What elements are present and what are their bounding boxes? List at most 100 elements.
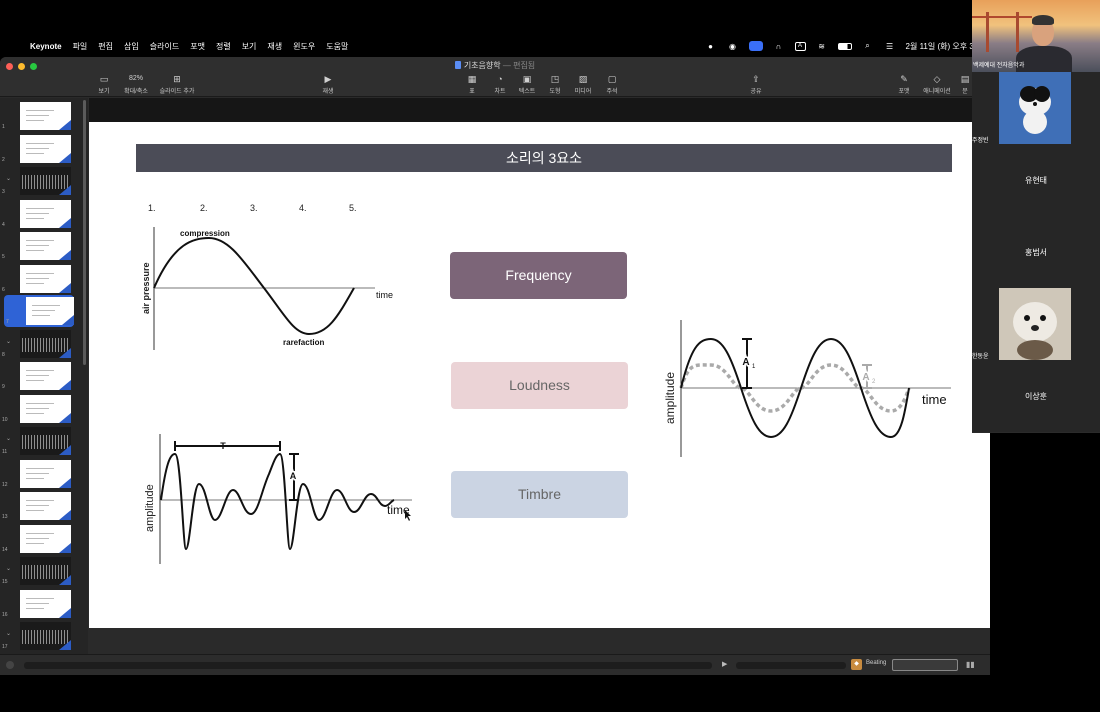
a1-subscript: 1 xyxy=(752,364,756,370)
participant-tile-5[interactable]: 이상훈 xyxy=(972,360,1100,432)
host-video-tile[interactable]: 백제예대 전자음악과 xyxy=(972,0,1100,72)
participant-tile-3[interactable]: 홍범서 xyxy=(972,216,1100,288)
add-slide-button[interactable]: ⊞ 슬라이드 추가 xyxy=(157,73,197,95)
thumb-corner-accent xyxy=(59,542,71,553)
slide-thumbnail[interactable]: 4 xyxy=(0,198,80,230)
frequency-box[interactable]: Frequency xyxy=(450,252,627,299)
collapse-chevron-icon[interactable]: ⌄ xyxy=(6,435,11,442)
battery-icon[interactable] xyxy=(837,42,852,50)
slide-thumbnail-image xyxy=(20,524,71,553)
slide-title[interactable]: 소리의 3요소 xyxy=(136,144,952,172)
headphones-icon[interactable]: ∩ xyxy=(773,42,785,51)
participant-tile-1[interactable]: 주정빈 xyxy=(972,72,1100,144)
slide-thumbnail[interactable]: 1 xyxy=(0,100,80,132)
control-center-icon[interactable]: ☰ xyxy=(884,42,896,51)
timeline-play-icon[interactable]: ▶ xyxy=(722,660,727,668)
slide-number: 7 xyxy=(6,319,9,325)
slide-thumbnail[interactable]: 5 xyxy=(0,230,80,262)
record-icon[interactable]: ◉ xyxy=(727,42,739,51)
slide-thumbnail[interactable]: ⌄ 11 xyxy=(0,425,80,457)
participant-name-1: 주정빈 xyxy=(972,138,989,144)
menu-file[interactable]: 파일 xyxy=(73,41,88,52)
thumb-corner-accent xyxy=(59,347,71,358)
compression-label: compression xyxy=(180,229,230,238)
slide-thumbnail[interactable]: 7 xyxy=(4,295,74,327)
thumb-corner-accent xyxy=(59,445,71,455)
thumb-text-line xyxy=(26,467,54,469)
slide-number: 17 xyxy=(2,644,8,650)
wifi-icon[interactable]: ≋ xyxy=(816,42,828,51)
slide-thumbnail[interactable]: 10 xyxy=(0,393,80,425)
status-icons: ● ◉ ∩ A ≋ ⌕ ☰ 2월 11일 (화) 오후 3: xyxy=(705,36,976,56)
thumb-text-line xyxy=(26,477,44,479)
input-source-icon[interactable]: A xyxy=(794,41,806,51)
slide-thumbnail-image xyxy=(20,329,71,358)
menu-clock[interactable]: 2월 11일 (화) 오후 3: xyxy=(906,41,976,52)
menu-slide[interactable]: 슬라이드 xyxy=(150,41,179,52)
slide-canvas[interactable]: 소리의 3요소 1. 2. 3. 4. 5. compression raref… xyxy=(89,122,990,628)
period-amplitude-diagram[interactable]: T A time amplitude xyxy=(139,434,419,569)
collapse-chevron-icon[interactable]: ⌄ xyxy=(6,175,11,182)
slide-thumbnail[interactable]: ⌄ 8 xyxy=(0,328,80,360)
slide-thumbnail[interactable]: ⌄ 3 xyxy=(0,165,80,197)
menu-insert[interactable]: 삽입 xyxy=(124,41,139,52)
air-pressure-wave-diagram[interactable]: compression rarefaction time air pressur… xyxy=(139,222,409,357)
menu-arrange[interactable]: 정렬 xyxy=(216,41,231,52)
screen: Keynote 파일 편집 삽입 슬라이드 포맷 정렬 보기 재생 윈도우 도움… xyxy=(0,0,1100,712)
slide-thumbnail[interactable]: 14 xyxy=(0,523,80,555)
navigator-scrollbar[interactable] xyxy=(83,100,86,365)
slide-thumbnail[interactable]: ⌄ 17 xyxy=(0,620,80,652)
thumb-text-line xyxy=(26,607,44,609)
menu-play[interactable]: 재생 xyxy=(267,41,282,52)
beating-app-icon[interactable]: ◆ xyxy=(851,659,862,670)
thumb-text-line xyxy=(26,510,44,511)
thumb-text-line xyxy=(26,597,54,599)
thumb-text-line xyxy=(26,152,44,154)
play-button[interactable]: ▶ 재생 xyxy=(308,73,348,95)
wave3-time-label: time xyxy=(922,392,947,407)
share-label: 공유 xyxy=(750,89,762,95)
slide-thumbnail[interactable]: 12 xyxy=(0,458,80,490)
thumb-text-line xyxy=(26,537,49,539)
thumb-corner-accent xyxy=(59,477,71,488)
thumb-text-line xyxy=(26,250,44,251)
zoom-label: 확대/축소 xyxy=(124,89,148,95)
message-icon[interactable]: ● xyxy=(705,42,717,51)
timbre-box[interactable]: Timbre xyxy=(451,471,628,518)
slide-thumbnail[interactable]: 16 xyxy=(0,588,80,620)
slide-thumbnail[interactable]: 13 xyxy=(0,490,80,522)
screen-share-icon[interactable] xyxy=(748,41,763,51)
search-icon[interactable]: ⌕ xyxy=(862,41,874,50)
menu-edit[interactable]: 편집 xyxy=(98,41,113,52)
slide-number: 9 xyxy=(2,384,5,390)
collapse-chevron-icon[interactable]: ⌄ xyxy=(6,338,11,345)
slide-thumbnail[interactable]: 9 xyxy=(0,360,80,392)
bridge-tower-right xyxy=(1016,12,1019,52)
participant-tile-2[interactable]: 유현태 xyxy=(972,144,1100,216)
secondary-track[interactable] xyxy=(736,662,846,669)
otter-illustration xyxy=(999,288,1071,360)
collapse-chevron-icon[interactable]: ⌄ xyxy=(6,565,11,572)
timeline-track[interactable] xyxy=(24,662,712,669)
thumb-corner-accent xyxy=(59,412,71,423)
thumb-text-line xyxy=(26,402,54,404)
amplitude-comparison-diagram[interactable]: A 1 A 2 time amplitude xyxy=(661,317,956,462)
menu-view[interactable]: 보기 xyxy=(242,41,257,52)
slide-thumbnail[interactable]: 6 xyxy=(0,263,80,295)
menu-app-name[interactable]: Keynote xyxy=(30,42,62,51)
comment-button[interactable]: ▢ 주석 xyxy=(592,73,632,95)
slide-navigator[interactable]: 1 2 ⌄ 3 4 5 6 7 ⌄ 8 9 10 ⌄ 11 12 13 14 ⌄ 15 16 ⌄ 17 xyxy=(0,98,88,658)
slide-thumbnail[interactable]: 2 xyxy=(0,133,80,165)
menu-format[interactable]: 포맷 xyxy=(190,41,205,52)
thumb-text-line xyxy=(26,120,44,121)
menu-window[interactable]: 윈도우 xyxy=(293,41,315,52)
loudness-box[interactable]: Loudness xyxy=(451,362,628,409)
slide-thumbnail[interactable]: ⌄ 15 xyxy=(0,555,80,587)
collapse-chevron-icon[interactable]: ⌄ xyxy=(6,630,11,637)
share-button[interactable]: ⇪ 공유 xyxy=(736,73,776,95)
menu-help[interactable]: 도움말 xyxy=(326,41,348,52)
level-meter[interactable] xyxy=(892,659,958,671)
zoom-popup[interactable]: 82% 확대/축소 xyxy=(116,73,156,95)
audio-bars-icon[interactable]: ▮▮ xyxy=(966,660,975,669)
participant-tile-4[interactable]: 한동윤 xyxy=(972,288,1100,360)
